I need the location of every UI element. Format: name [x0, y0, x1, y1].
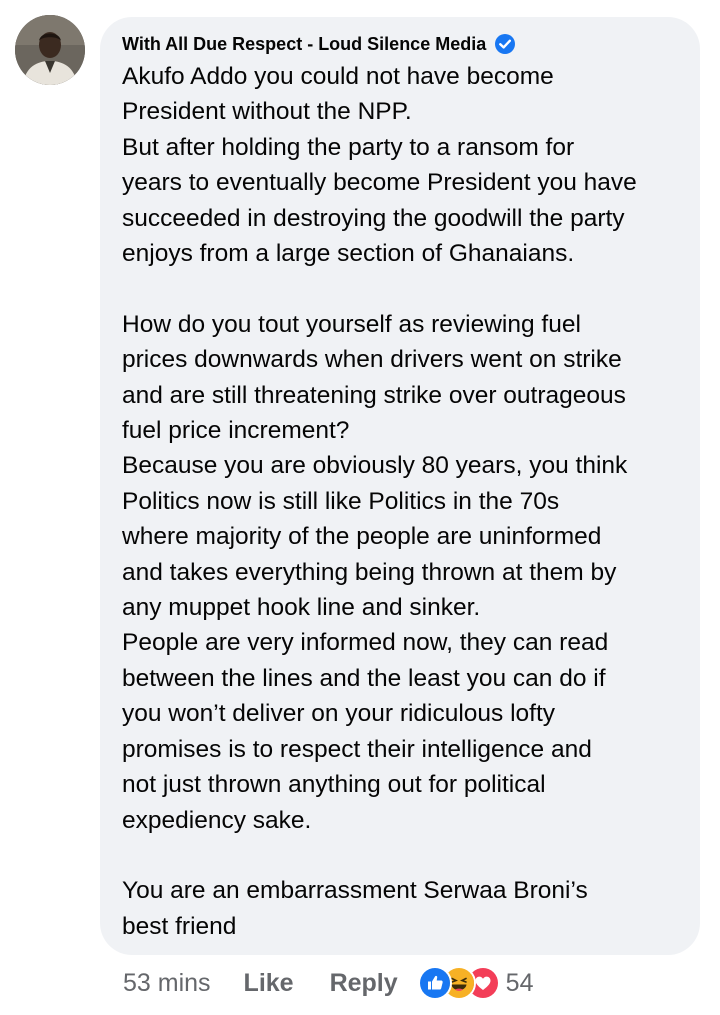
comment-paragraph: How do you tout yourself as reviewing fu…: [122, 310, 628, 834]
reactions-summary[interactable]: 54: [417, 966, 534, 1000]
comment-bubble: With All Due Respect - Loud Silence Medi…: [100, 17, 700, 955]
comment-actions: 53 mins Like Reply 54: [123, 965, 533, 1001]
comment-timestamp[interactable]: 53 mins: [123, 969, 211, 998]
reaction-count: 54: [505, 968, 534, 997]
avatar[interactable]: [15, 15, 85, 85]
comment-paragraph: You are an embarrassment Serwaa Broni’s …: [122, 877, 588, 940]
verified-badge-icon: [494, 33, 516, 55]
reply-button[interactable]: Reply: [330, 969, 398, 998]
like-button[interactable]: Like: [244, 969, 294, 998]
avatar-image: [15, 15, 85, 85]
comment-paragraph: Akufo Addo you could not have become Pre…: [122, 63, 637, 268]
like-icon: [417, 966, 452, 1000]
comment-text: Akufo Addo you could not have become Pre…: [122, 59, 690, 944]
comment-author-row: With All Due Respect - Loud Silence Medi…: [122, 33, 516, 55]
comment-author-name[interactable]: With All Due Respect - Loud Silence Medi…: [122, 34, 486, 55]
